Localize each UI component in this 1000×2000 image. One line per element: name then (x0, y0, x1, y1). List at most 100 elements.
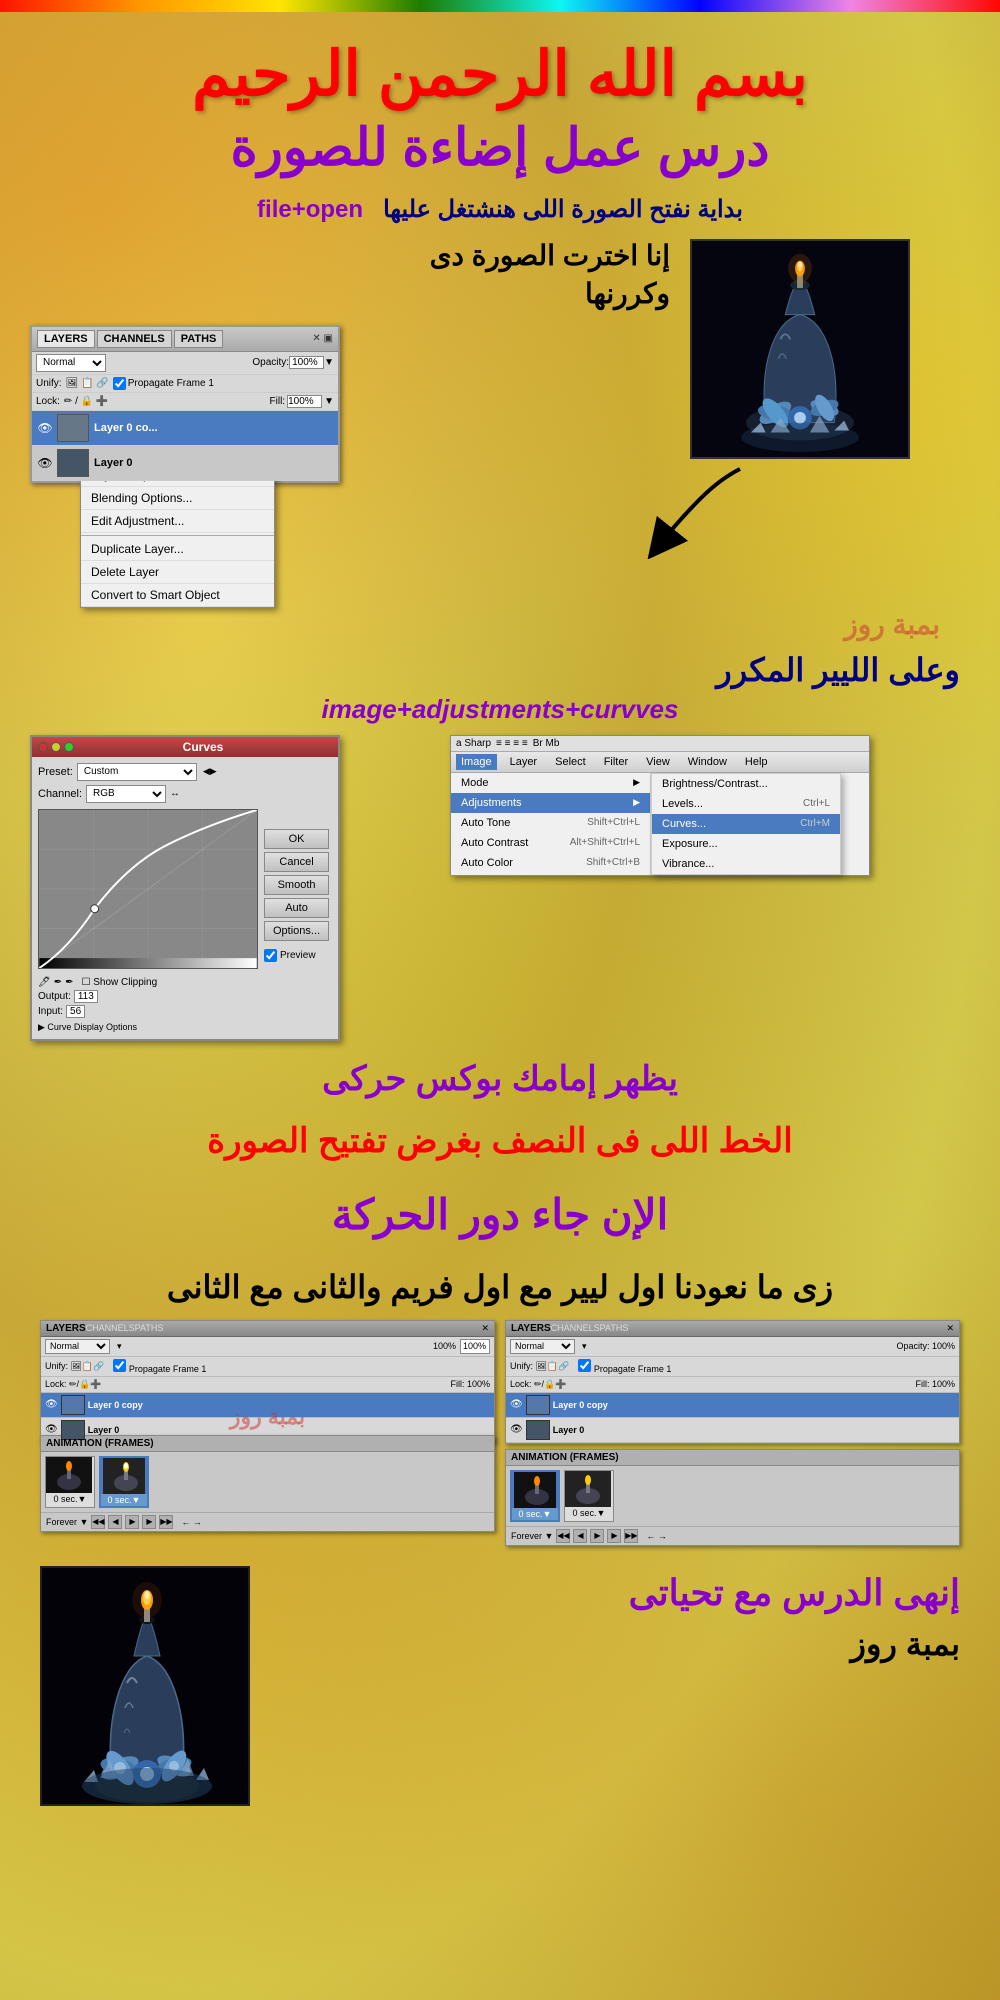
left-frame-2-time[interactable]: 0 sec.▼ (101, 1494, 147, 1506)
ctx-duplicate-layer[interactable]: Duplicate Layer... (81, 538, 274, 561)
unify-label: Unify: (36, 378, 62, 389)
curves-cancel-btn[interactable]: Cancel (264, 852, 329, 872)
menu-item-layer[interactable]: Layer (505, 754, 543, 770)
left-opacity-input[interactable] (460, 1339, 490, 1354)
fill-input[interactable] (287, 395, 322, 408)
ctx-delete-layer[interactable]: Delete Layer (81, 561, 274, 584)
channel-select[interactable]: RGB (86, 785, 166, 803)
menu-autocolor[interactable]: Auto Color Shift+Ctrl+B (451, 853, 650, 873)
opacity-label: Opacity: (252, 357, 289, 368)
left-frame-1[interactable]: 0 sec.▼ (45, 1456, 95, 1508)
right-name-base: Layer 0 (553, 1425, 585, 1435)
menu-autotone[interactable]: Auto Tone Shift+Ctrl+L (451, 813, 650, 833)
preset-select[interactable]: Custom (77, 763, 197, 781)
sub-curves[interactable]: Curves... Ctrl+M (652, 814, 840, 834)
left-loop-label[interactable]: Forever ▼ (46, 1517, 88, 1527)
sub-brightness[interactable]: Brightness/Contrast... (652, 774, 840, 794)
curves-graph[interactable] (38, 809, 258, 969)
right-eye-copy[interactable]: 👁 (510, 1399, 523, 1410)
eyedropper-white-icon[interactable]: ✒ (65, 977, 73, 988)
left-ctrl-prev[interactable]: ◀◀ (91, 1515, 105, 1529)
curves-ok-btn[interactable]: OK (264, 829, 329, 849)
right-tab-channels[interactable]: CHANNELS (551, 1323, 600, 1333)
right-frame-2-time[interactable]: 0 sec.▼ (565, 1507, 613, 1519)
tab-layers[interactable]: LAYERS (37, 330, 95, 348)
eyedropper-icon[interactable]: 🖊 (38, 977, 51, 988)
input-value: 56 (66, 1005, 85, 1018)
propagate-checkbox[interactable] (113, 377, 126, 390)
preview-check[interactable]: Preview (264, 949, 329, 962)
layer-visibility-copy[interactable]: 👁 (37, 420, 53, 436)
right-tab-layers[interactable]: LAYERS (511, 1323, 551, 1334)
menu-item-filter[interactable]: Filter (599, 754, 633, 770)
right-lock-row: Lock: ✏/🔒➕ Fill: 100% (506, 1377, 959, 1393)
menu-item-select[interactable]: Select (550, 754, 591, 770)
left-propagate-check[interactable] (113, 1359, 126, 1372)
left-ctrl-play[interactable]: ▶ (125, 1515, 139, 1529)
ctx-convert-smart[interactable]: Convert to Smart Object (81, 584, 274, 607)
right-ctrl-play[interactable]: ▶ (590, 1529, 604, 1543)
preview-checkbox[interactable] (264, 949, 277, 962)
right-thumb-base (526, 1420, 550, 1440)
right-frame-2[interactable]: 0 sec.▼ (564, 1470, 614, 1522)
left-frame-2[interactable]: 0 sec.▼ (99, 1456, 149, 1508)
opacity-arrow[interactable]: ▼ (324, 357, 334, 368)
tab-channels[interactable]: CHANNELS (97, 330, 172, 348)
left-tab-paths[interactable]: PATHS (135, 1323, 164, 1333)
menu-item-view[interactable]: View (641, 754, 675, 770)
blend-mode-select[interactable]: Normal (36, 354, 106, 372)
opacity-input[interactable] (289, 356, 324, 369)
right-ctrl-prev[interactable]: ◀◀ (556, 1529, 570, 1543)
sub-exposure[interactable]: Exposure... (652, 834, 840, 854)
right-loop-label[interactable]: Forever ▼ (511, 1531, 553, 1541)
right-eye-base[interactable]: 👁 (510, 1424, 523, 1435)
right-ctrl-end[interactable]: ▶▶ (624, 1529, 638, 1543)
right-layer-base[interactable]: 👁 Layer 0 (506, 1418, 959, 1443)
left-ctrl-end[interactable]: ▶▶ (159, 1515, 173, 1529)
fill-arrow[interactable]: ▼ (324, 396, 334, 407)
tab-paths[interactable]: PATHS (174, 330, 224, 348)
right-layer-copy[interactable]: 👁 Layer 0 copy (506, 1393, 959, 1418)
right-tab-paths[interactable]: PATHS (600, 1323, 629, 1333)
curve-display-options[interactable]: ▶ Curve Display Options (38, 1022, 258, 1033)
layer-item-copy[interactable]: 👁 Layer 0 co... (32, 411, 338, 446)
lock-label: Lock: (36, 396, 60, 407)
right-ctrl-fwd[interactable]: ▶ (607, 1529, 621, 1543)
curves-smooth-btn[interactable]: Smooth (264, 875, 329, 895)
left-ctrl-back[interactable]: ◀ (108, 1515, 122, 1529)
ctx-blending-options[interactable]: Blending Options... (81, 487, 274, 510)
left-blend-select[interactable]: Normal (45, 1339, 110, 1354)
panel-tabs[interactable]: LAYERS CHANNELS PATHS (37, 330, 223, 348)
menu-item-help[interactable]: Help (740, 754, 773, 770)
left-ctrl-fwd[interactable]: ▶ (142, 1515, 156, 1529)
menu-item-window[interactable]: Window (683, 754, 732, 770)
right-bottom-panel: LAYERS CHANNELS PATHS ✕ Normal ▾ Opacity… (505, 1320, 960, 1546)
output-label: Output: (38, 991, 71, 1002)
right-propagate-check[interactable] (578, 1359, 591, 1372)
sub-vibrance[interactable]: Vibrance... (652, 854, 840, 874)
curves-auto-btn[interactable]: Auto (264, 898, 329, 918)
left-frame-1-time[interactable]: 0 sec.▼ (46, 1493, 94, 1505)
right-frame-1-time[interactable]: 0 sec.▼ (512, 1508, 558, 1520)
left-tab-channels[interactable]: CHANNELS (86, 1323, 135, 1333)
menu-item-image[interactable]: Image (456, 754, 497, 770)
ctx-edit-adjustment[interactable]: Edit Adjustment... (81, 510, 274, 533)
right-thumb-copy (526, 1395, 550, 1415)
layer-visibility-base[interactable]: 👁 (37, 455, 53, 471)
right-ctrl-back[interactable]: ◀ (573, 1529, 587, 1543)
right-panel-close[interactable]: ✕ (946, 1323, 954, 1334)
curves-options-btn[interactable]: Options... (264, 921, 329, 941)
layer-item-base[interactable]: 👁 Layer 0 (32, 446, 338, 481)
right-blend-select[interactable]: Normal (510, 1339, 575, 1354)
menu-mode[interactable]: Mode ▶ (451, 773, 650, 793)
panel-close-btn[interactable]: ✕ ▣ (312, 333, 333, 344)
left-panel-close[interactable]: ✕ (481, 1323, 489, 1334)
menu-adjustments[interactable]: Adjustments ▶ (451, 793, 650, 813)
menu-autocontrast[interactable]: Auto Contrast Alt+Shift+Ctrl+L (451, 833, 650, 853)
right-frame-1[interactable]: 0 sec.▼ (510, 1470, 560, 1522)
eyedropper-black-icon[interactable]: ✒ (54, 977, 62, 988)
propagate-check[interactable]: Propagate Frame 1 (113, 377, 214, 390)
left-tab-layers[interactable]: LAYERS (46, 1323, 86, 1334)
sub-levels[interactable]: Levels... Ctrl+L (652, 794, 840, 814)
adjustments-submenu: Brightness/Contrast... Levels... Ctrl+L … (651, 773, 841, 875)
